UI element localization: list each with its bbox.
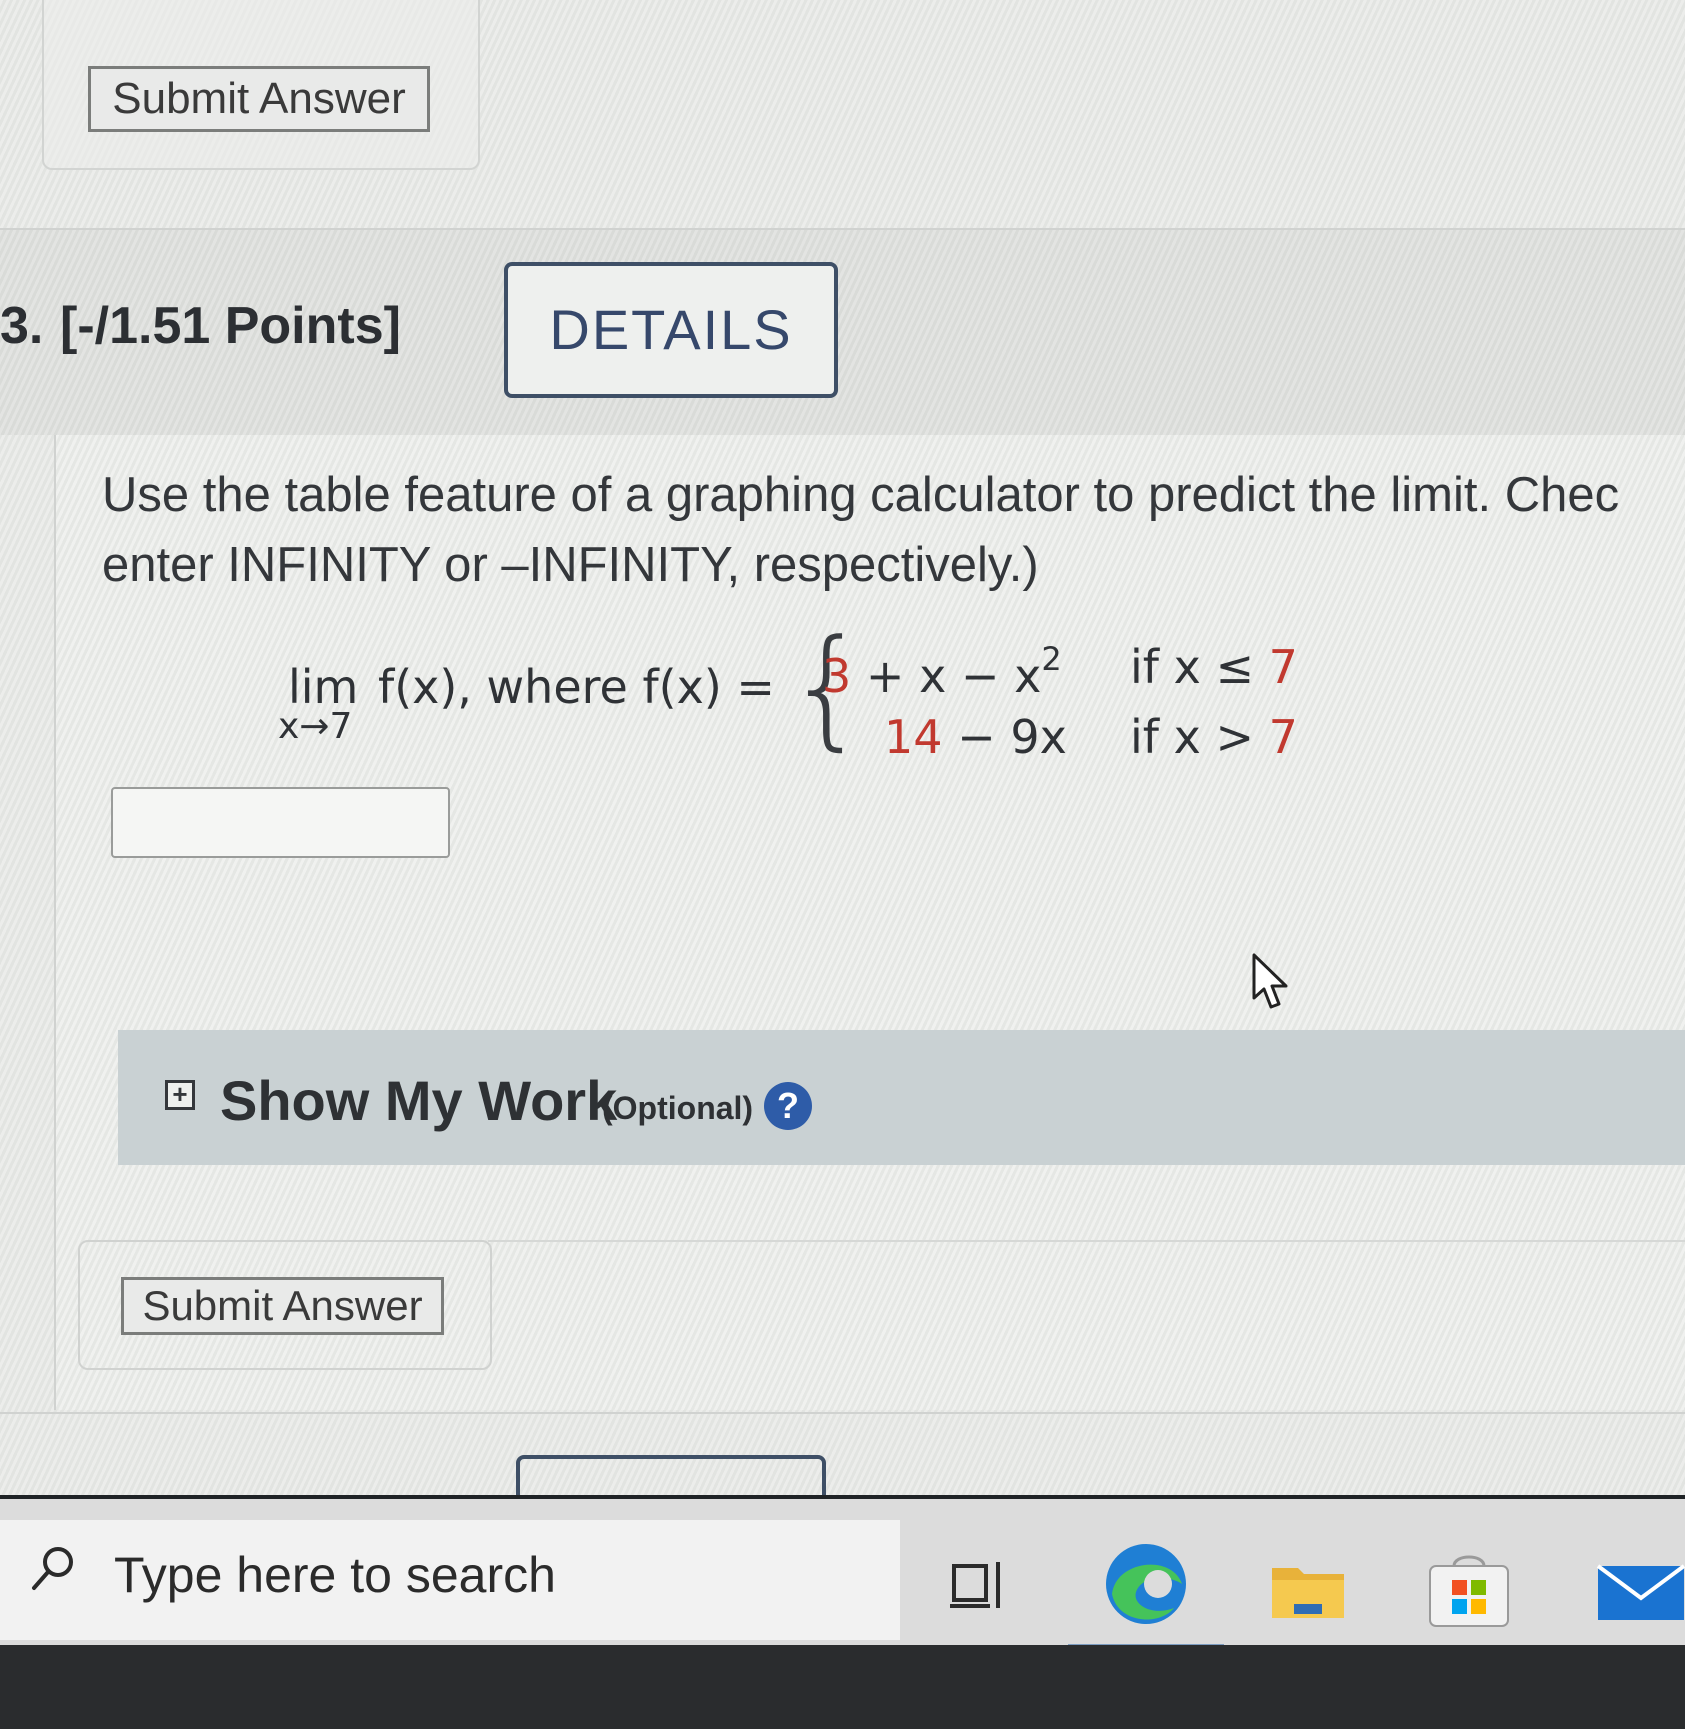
show-my-work-title[interactable]: Show My Work [220,1068,617,1133]
piece-1-exponent: 2 [1041,640,1062,678]
question-points: [-/1.51 Points] [60,297,401,355]
store-icon[interactable] [1428,1554,1510,1628]
file-explorer-icon[interactable] [1270,1560,1346,1620]
piece-condition-1: if x ≤ 7 [1130,640,1298,694]
panel-divider [488,1240,1685,1242]
submit-answer-button-previous[interactable]: Submit Answer [88,66,430,132]
taskbar-search-placeholder[interactable]: Type here to search [114,1546,556,1604]
next-question-separator [0,1412,1685,1414]
limit-subscript: x→7 [278,706,353,747]
mouse-pointer-icon [1252,953,1288,1009]
search-icon[interactable] [30,1544,76,1594]
condition-2-text: if x > [1130,710,1269,764]
question-prompt-line-2: enter INFINITY or –INFINITY, respectivel… [102,538,1039,592]
piece-2-rest: − 9x [942,710,1067,764]
details-button[interactable]: DETAILS [504,262,838,398]
piece-1-constant: 3 [822,649,852,703]
submit-answer-button[interactable]: Submit Answer [121,1277,444,1335]
condition-2-value: 7 [1268,710,1298,764]
condition-1-text: if x ≤ [1130,640,1269,694]
function-definition-text: f(x), where f(x) = [378,660,775,714]
piece-expression-2: 14 − 9x [884,710,1067,764]
question-prompt: Use the table feature of a graphing calc… [102,460,1685,600]
condition-1-value: 7 [1268,640,1298,694]
piece-expression-1: 3 + x − x2 [822,640,1062,703]
piece-2-constant: 14 [884,710,943,764]
question-number: 3. [0,297,44,355]
question-prompt-line-1: Use the table feature of a graphing calc… [102,468,1620,522]
piece-1-rest: + x − x [851,649,1042,703]
piece-condition-2: if x > 7 [1130,710,1298,764]
show-my-work-optional: (Optional) [602,1090,754,1126]
task-view-icon[interactable] [950,1560,1006,1610]
help-icon[interactable]: ? [764,1082,812,1130]
desk-surface [0,1645,1685,1729]
edge-icon[interactable] [1102,1540,1190,1628]
plus-box-icon[interactable]: + [165,1080,195,1110]
answer-input[interactable] [111,787,450,858]
mail-icon[interactable] [1596,1562,1685,1622]
